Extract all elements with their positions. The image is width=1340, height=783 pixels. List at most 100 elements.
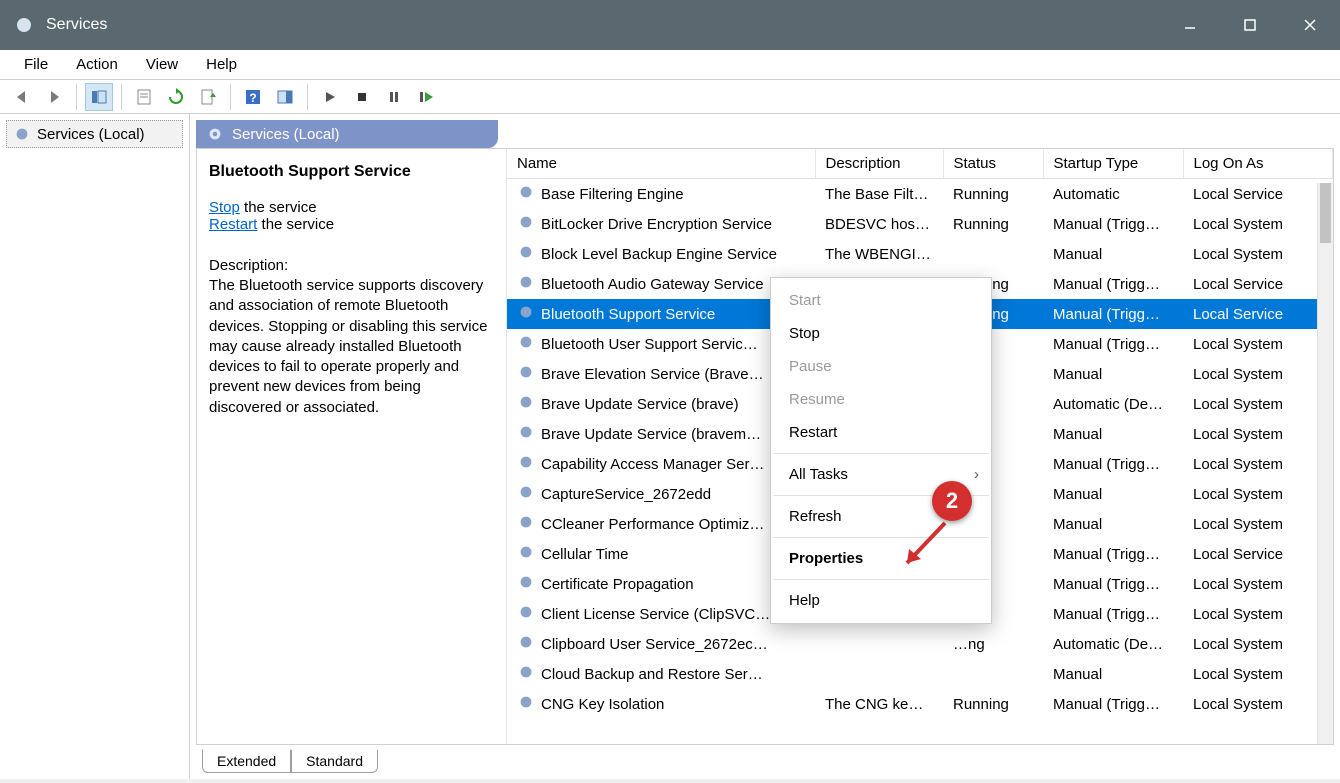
ctx-restart[interactable]: Restart: [771, 416, 991, 449]
service-startup: Manual: [1043, 359, 1183, 389]
ctx-start: Start: [771, 284, 991, 317]
service-logon: Local System: [1183, 359, 1333, 389]
col-status[interactable]: Status: [943, 149, 1043, 179]
service-logon: Local System: [1183, 329, 1333, 359]
service-startup: Manual (Trigg…: [1043, 329, 1183, 359]
titlebar: Services: [0, 0, 1340, 50]
service-description: [815, 629, 943, 659]
service-name-cell: Client License Service (ClipSVC…: [507, 599, 815, 629]
service-list[interactable]: Name Description Status Startup Type Log…: [507, 149, 1333, 744]
service-startup: Manual (Trigg…: [1043, 599, 1183, 629]
col-name[interactable]: Name: [507, 149, 815, 179]
panel-header: Services (Local): [196, 120, 498, 148]
gear-icon: [517, 633, 535, 655]
menu-file[interactable]: File: [10, 52, 62, 77]
service-status: Running: [943, 209, 1043, 239]
window-title: Services: [46, 16, 1160, 34]
restart-suffix: the service: [257, 216, 334, 233]
tab-standard[interactable]: Standard: [291, 750, 378, 773]
gear-icon: [517, 333, 535, 355]
service-row[interactable]: CNG Key IsolationThe CNG ke…RunningManua…: [507, 689, 1333, 719]
service-name-cell: CNG Key Isolation: [507, 689, 815, 719]
service-row[interactable]: Cloud Backup and Restore Ser…ManualLocal…: [507, 659, 1333, 689]
service-row[interactable]: Block Level Backup Engine ServiceThe WBE…: [507, 239, 1333, 269]
service-name: Brave Elevation Service (Brave…: [541, 366, 764, 383]
refresh-button[interactable]: [162, 83, 190, 111]
service-status: Running: [943, 689, 1043, 719]
selected-service-name: Bluetooth Support Service: [209, 163, 494, 181]
pause-service-button[interactable]: [380, 83, 408, 111]
export-button[interactable]: [194, 83, 222, 111]
ctx-properties[interactable]: Properties: [771, 542, 991, 575]
service-startup: Manual (Trigg…: [1043, 209, 1183, 239]
menu-action[interactable]: Action: [62, 52, 132, 77]
menu-help[interactable]: Help: [192, 52, 251, 77]
service-startup: Manual (Trigg…: [1043, 689, 1183, 719]
service-description: BDESVC hos…: [815, 209, 943, 239]
service-row[interactable]: Base Filtering EngineThe Base Filt…Runni…: [507, 179, 1333, 210]
tree-pane: Services (Local): [0, 114, 190, 779]
col-logon[interactable]: Log On As: [1183, 149, 1333, 179]
restart-service-button[interactable]: [412, 83, 440, 111]
service-name-cell: Clipboard User Service_2672ec…: [507, 629, 815, 659]
service-startup: Automatic (De…: [1043, 629, 1183, 659]
start-service-button[interactable]: [316, 83, 344, 111]
panel-body: Bluetooth Support Service Stop the servi…: [196, 148, 1334, 745]
vertical-scrollbar[interactable]: [1317, 183, 1333, 744]
service-name-cell: Block Level Backup Engine Service: [507, 239, 815, 269]
service-name: Bluetooth User Support Servic…: [541, 336, 758, 353]
tab-extended[interactable]: Extended: [202, 749, 291, 773]
service-name-cell: Cloud Backup and Restore Ser…: [507, 659, 815, 689]
minimize-button[interactable]: [1160, 0, 1220, 50]
show-hide-tree-button[interactable]: [85, 83, 113, 111]
help-button[interactable]: ?: [239, 83, 267, 111]
service-name: Cloud Backup and Restore Ser…: [541, 666, 763, 683]
service-startup: Manual (Trigg…: [1043, 569, 1183, 599]
service-startup: Manual (Trigg…: [1043, 539, 1183, 569]
service-name-cell: Bluetooth Audio Gateway Service: [507, 269, 815, 299]
scrollbar-thumb[interactable]: [1320, 183, 1331, 243]
service-row[interactable]: Clipboard User Service_2672ec… …ngAutomat…: [507, 629, 1333, 659]
service-name: Brave Update Service (brave): [541, 396, 739, 413]
gear-icon: [517, 363, 535, 385]
service-logon: Local Service: [1183, 299, 1333, 329]
ctx-help[interactable]: Help: [771, 584, 991, 617]
description-label: Description:: [209, 257, 494, 274]
stop-service-link[interactable]: Stop: [209, 199, 240, 216]
service-name-cell: Bluetooth Support Service: [507, 299, 815, 329]
annotation-badge-2: 2: [932, 481, 972, 521]
service-description: The WBENGI…: [815, 239, 943, 269]
ctx-resume: Resume: [771, 383, 991, 416]
service-startup: Automatic (De…: [1043, 389, 1183, 419]
col-description[interactable]: Description: [815, 149, 943, 179]
gear-icon: [517, 213, 535, 235]
service-logon: Local System: [1183, 389, 1333, 419]
show-hide-action-pane-button[interactable]: [271, 83, 299, 111]
properties-button[interactable]: [130, 83, 158, 111]
ctx-stop[interactable]: Stop: [771, 317, 991, 350]
back-button[interactable]: [8, 83, 36, 111]
service-startup: Manual: [1043, 659, 1183, 689]
gear-icon: [517, 393, 535, 415]
forward-button[interactable]: [40, 83, 68, 111]
maximize-button[interactable]: [1220, 0, 1280, 50]
gear-icon: [517, 603, 535, 625]
service-name: Bluetooth Support Service: [541, 306, 715, 323]
details-pane: Bluetooth Support Service Stop the servi…: [197, 149, 507, 744]
annotation-arrow-2: [895, 517, 955, 577]
service-row[interactable]: BitLocker Drive Encryption Service BDESVC…: [507, 209, 1333, 239]
close-button[interactable]: [1280, 0, 1340, 50]
ctx-pause: Pause: [771, 350, 991, 383]
service-logon: Local Service: [1183, 539, 1333, 569]
service-description: The CNG ke…: [815, 689, 943, 719]
restart-service-link[interactable]: Restart: [209, 216, 257, 233]
menu-view[interactable]: View: [132, 52, 192, 77]
tree-root-services-local[interactable]: Services (Local): [6, 120, 183, 148]
gear-icon: [517, 273, 535, 295]
stop-service-button[interactable]: [348, 83, 376, 111]
col-startup[interactable]: Startup Type: [1043, 149, 1183, 179]
service-status: …ng: [943, 629, 1043, 659]
service-name: BitLocker Drive Encryption Service: [541, 216, 772, 233]
service-startup: Manual (Trigg…: [1043, 299, 1183, 329]
stop-suffix: the service: [240, 199, 317, 216]
